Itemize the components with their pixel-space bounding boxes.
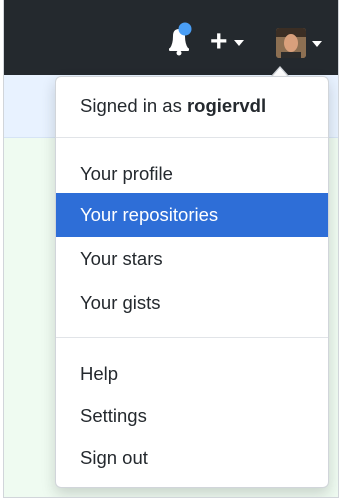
user-dropdown-menu: Signed in as rogiervdl Your profile Your…: [55, 76, 329, 488]
header-bar: +: [4, 0, 338, 75]
signed-in-prefix: Signed in as: [80, 95, 187, 116]
user-menu-button[interactable]: [276, 28, 322, 58]
menu-divider: [56, 337, 328, 338]
menu-item-your-gists[interactable]: Your gists: [56, 281, 328, 325]
menu-item-help[interactable]: Help: [56, 352, 328, 396]
page-frame: + Signed in as rogiervdl Your profile Yo…: [3, 0, 339, 498]
avatar: [276, 28, 306, 58]
menu-divider: [56, 137, 328, 138]
menu-item-your-profile[interactable]: Your profile: [56, 152, 328, 196]
plus-icon: +: [210, 25, 228, 58]
create-new-button[interactable]: +: [210, 25, 244, 58]
menu-item-sign-out[interactable]: Sign out: [56, 436, 328, 480]
menu-item-your-repositories[interactable]: Your repositories: [56, 193, 328, 237]
menu-item-settings[interactable]: Settings: [56, 394, 328, 438]
chevron-down-icon: [233, 40, 244, 46]
username: rogiervdl: [186, 95, 267, 116]
signed-in-header: Signed in as rogiervdl: [80, 95, 266, 117]
chevron-down-icon: [312, 41, 322, 47]
menu-item-your-stars[interactable]: Your stars: [56, 237, 328, 281]
bell-icon[interactable]: [164, 22, 194, 56]
